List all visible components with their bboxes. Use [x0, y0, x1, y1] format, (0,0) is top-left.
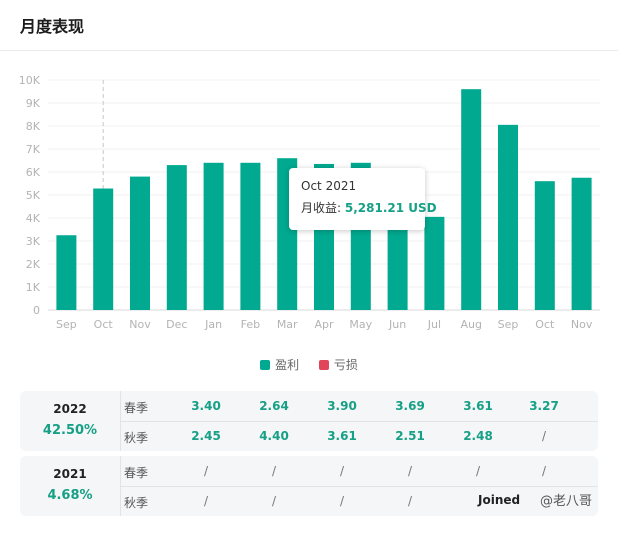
- cell: 2.51: [395, 429, 425, 443]
- y-tick-label: 8K: [26, 120, 41, 133]
- legend-swatch-loss: [318, 360, 329, 370]
- x-tick-label: Feb: [241, 318, 260, 331]
- bar-feb[interactable]: [240, 162, 261, 310]
- legend-item-loss[interactable]: 亏损: [318, 356, 358, 373]
- cell: 4.40: [259, 429, 289, 443]
- y-tick-label: 7K: [26, 143, 41, 156]
- row-label-autumn: 秋季: [124, 496, 149, 510]
- x-tick-label: Sep: [498, 318, 519, 331]
- y-tick-label: 0: [33, 304, 40, 317]
- x-tick-label: Mar: [277, 318, 298, 331]
- x-tick-label: Apr: [314, 318, 334, 331]
- bar-aug[interactable]: [461, 89, 482, 310]
- bar-jan[interactable]: [203, 162, 224, 310]
- cell: 3.61: [463, 399, 493, 413]
- y-tick-label: 6K: [26, 166, 41, 179]
- cell: 2.45: [191, 429, 221, 443]
- y-tick-label: 4K: [26, 212, 41, 225]
- cell: /: [541, 464, 547, 478]
- tooltip-label: 月收益:: [301, 201, 345, 215]
- year-label: 2022: [53, 402, 87, 416]
- year-summary: 2022 42.50%: [20, 391, 120, 451]
- x-tick-label: May: [349, 318, 372, 331]
- row-label-spring: 春季: [124, 401, 149, 415]
- cell: /: [203, 494, 209, 508]
- x-tick-label: Sep: [56, 318, 77, 331]
- cell: 3.27: [529, 399, 559, 413]
- cell: /: [271, 464, 277, 478]
- legend-label-profit: 盈利: [275, 358, 300, 372]
- x-tick-label: Jul: [427, 318, 441, 331]
- cell: 2.64: [259, 399, 289, 413]
- cell: /: [339, 464, 345, 478]
- year-card-2021: 2021 4.68% 春季 秋季 / / / / / / / / / / Joi…: [20, 456, 598, 516]
- x-tick-label: Nov: [571, 318, 593, 331]
- legend-label-loss: 亏损: [333, 358, 358, 372]
- year-return: 4.68%: [47, 488, 93, 503]
- tooltip-month: Oct 2021: [301, 179, 357, 193]
- joined-label: Joined: [478, 493, 521, 507]
- row-label-autumn: 秋季: [124, 431, 149, 445]
- x-tick-label: Oct: [535, 318, 555, 331]
- y-tick-label: 3K: [26, 235, 41, 248]
- x-tick-label: Jun: [388, 318, 406, 331]
- x-tick-label: Jan: [204, 318, 222, 331]
- cell: 3.69: [395, 399, 425, 413]
- x-tick-label: Oct: [94, 318, 114, 331]
- bar-sep[interactable]: [56, 235, 77, 310]
- bar-sep[interactable]: [498, 124, 518, 310]
- y-tick-label: 9K: [26, 97, 41, 110]
- legend-item-profit[interactable]: 盈利: [260, 356, 299, 373]
- row-label-spring: 春季: [124, 466, 149, 480]
- year-summary: 2021 4.68%: [20, 456, 120, 516]
- x-tick-label: Dec: [166, 318, 187, 331]
- cell: /: [407, 494, 413, 508]
- year-return: 42.50%: [42, 423, 98, 438]
- chart-legend: 盈利 亏损: [0, 356, 618, 373]
- y-tick-label: 10K: [19, 74, 41, 87]
- cell: /: [541, 429, 547, 443]
- cell: /: [407, 464, 413, 478]
- bar-nov[interactable]: [571, 177, 592, 310]
- page-title: 月度表现: [20, 17, 85, 36]
- cell: 3.61: [327, 429, 357, 443]
- cell: 3.90: [327, 399, 357, 413]
- cell: 3.40: [191, 399, 221, 413]
- y-tick-label: 5K: [26, 189, 41, 202]
- tooltip-value: 5,281.21 USD: [344, 201, 437, 215]
- bar-oct[interactable]: [534, 181, 555, 310]
- bar-oct[interactable]: [93, 188, 114, 310]
- x-tick-label: Nov: [129, 318, 151, 331]
- bar-dec[interactable]: [166, 165, 187, 310]
- cell: /: [339, 494, 345, 508]
- watermark: @老八哥: [540, 494, 593, 509]
- year-label: 2021: [53, 467, 87, 481]
- tooltip-value-line: 月收益: 5,281.21 USD: [301, 199, 437, 216]
- y-tick-label: 2K: [26, 258, 41, 271]
- x-tick-label: Aug: [460, 318, 481, 331]
- cell: /: [271, 494, 277, 508]
- bar-jul[interactable]: [424, 216, 445, 310]
- divider: [120, 421, 598, 422]
- divider: [120, 486, 598, 487]
- y-tick-label: 1K: [26, 281, 41, 294]
- cell: /: [203, 464, 209, 478]
- legend-swatch-profit: [260, 360, 271, 370]
- chart-tooltip: Oct 2021 月收益: 5,281.21 USD: [289, 168, 437, 230]
- year-card-2022: 2022 42.50% 春季 秋季 3.40 2.64 3.90 3.69 3.…: [20, 391, 598, 451]
- bar-nov[interactable]: [130, 176, 150, 310]
- cell: /: [475, 464, 481, 478]
- header: 月度表现: [0, 0, 618, 51]
- cell: 2.48: [463, 429, 493, 443]
